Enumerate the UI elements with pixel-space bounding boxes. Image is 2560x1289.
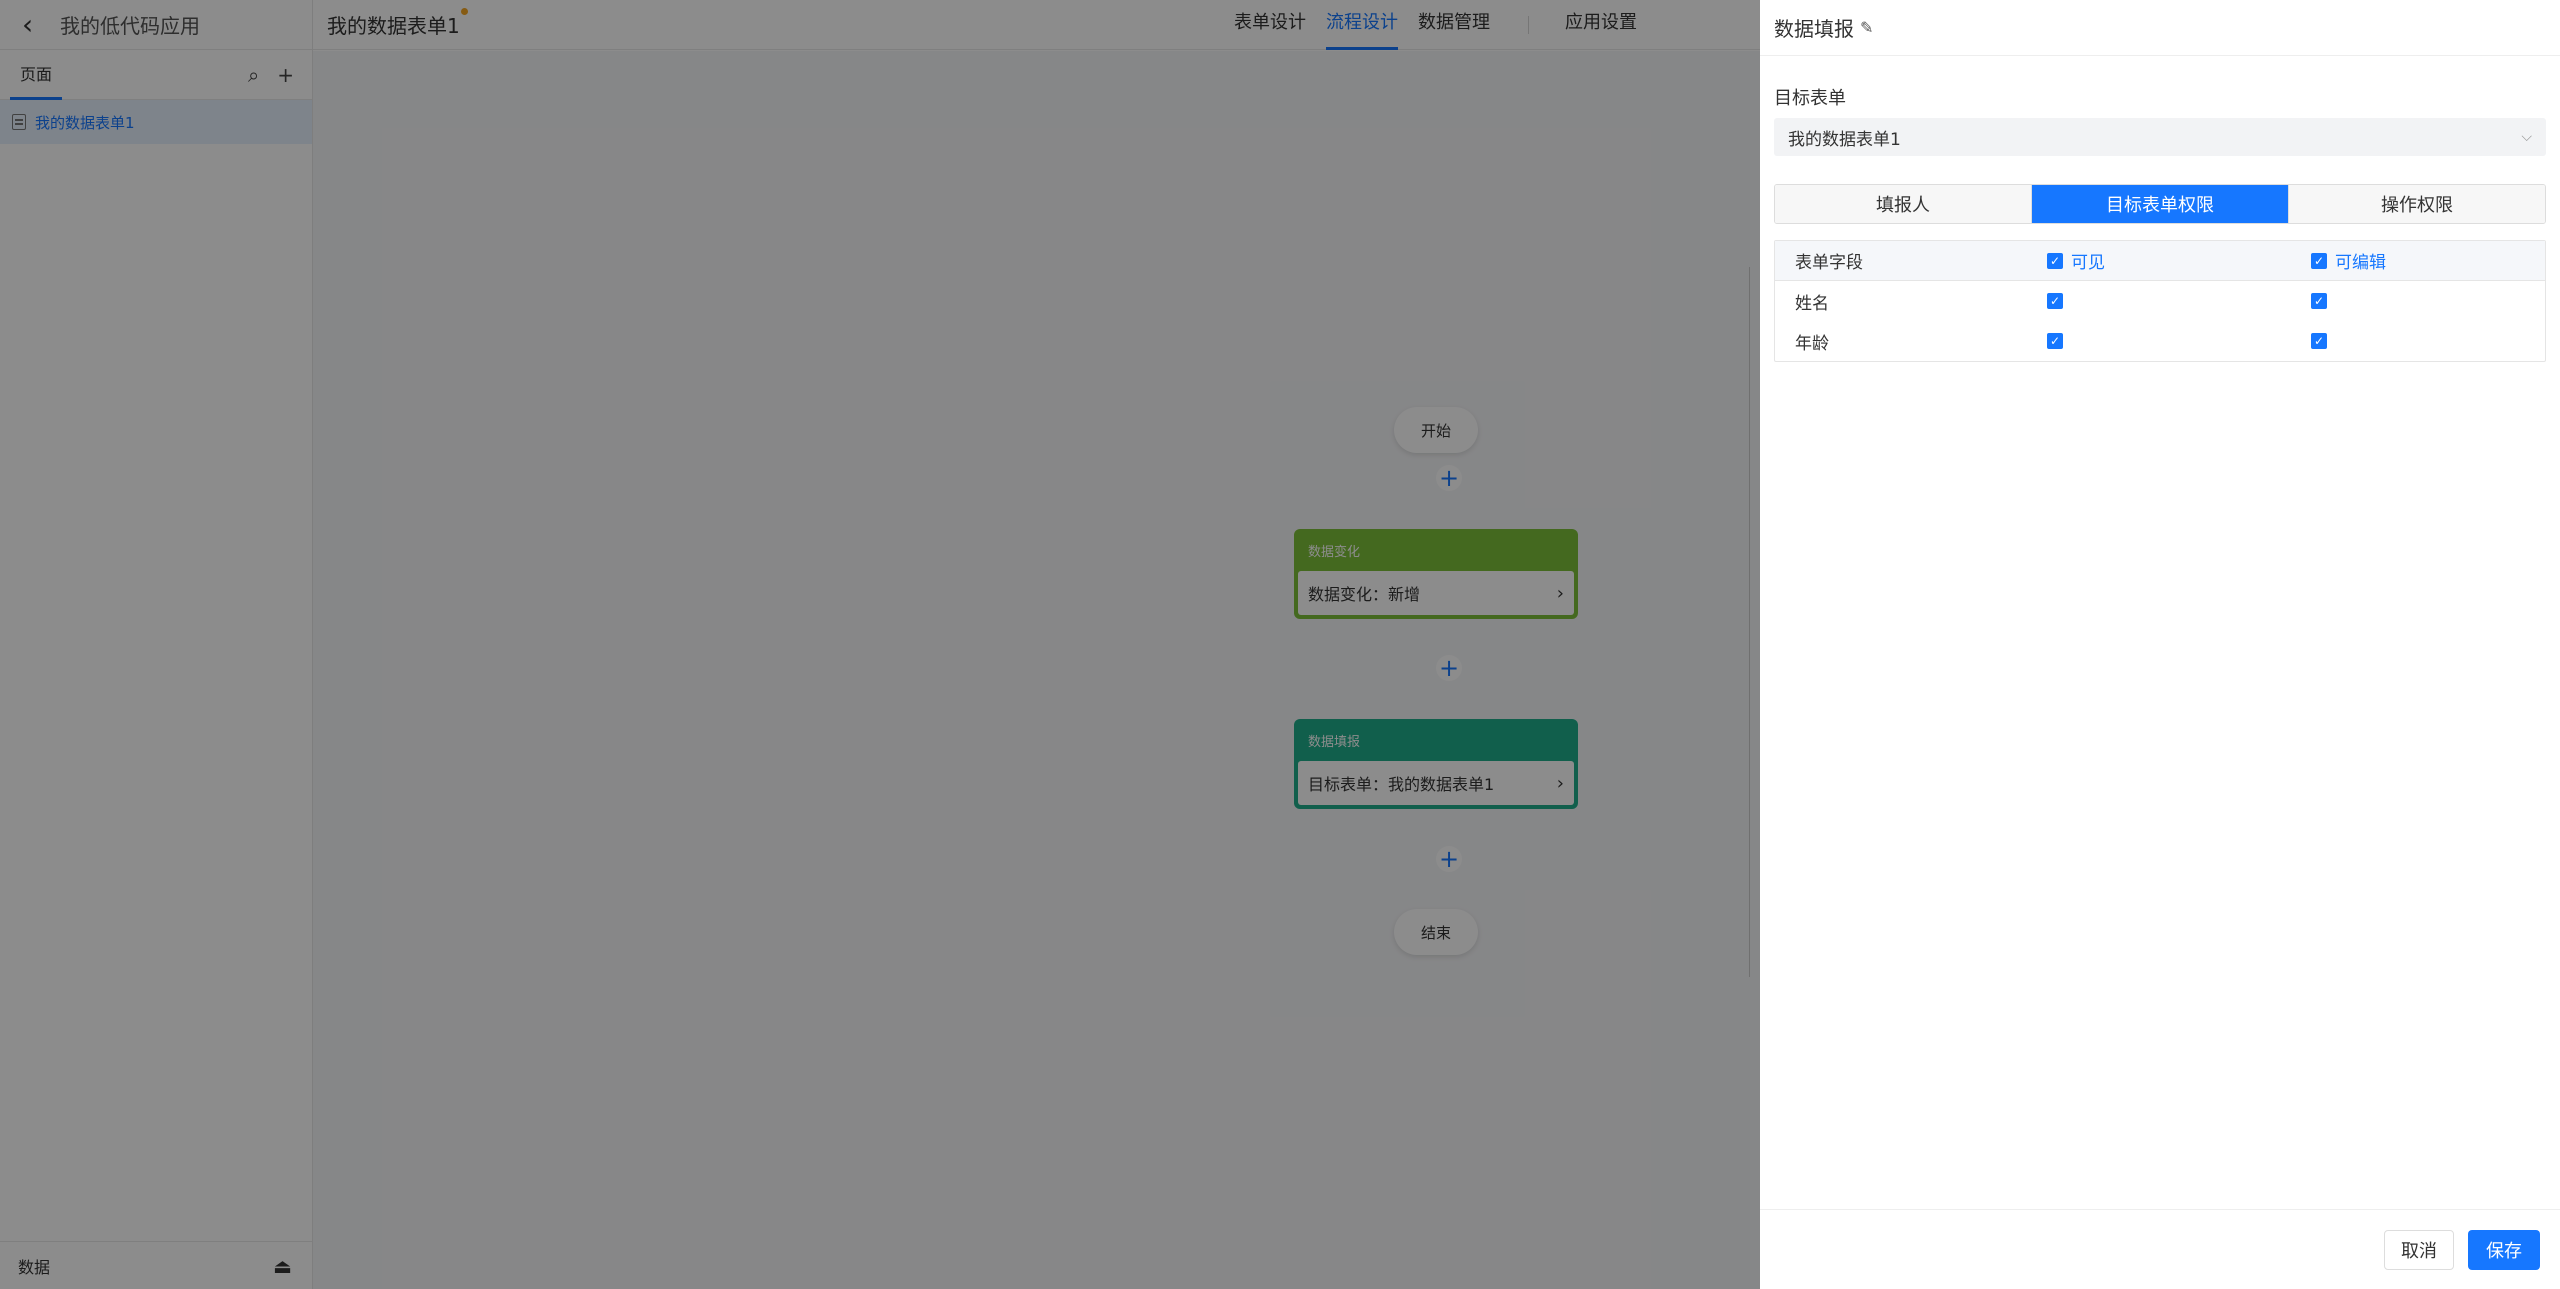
checkbox-editable[interactable]: ✓: [2311, 333, 2327, 349]
cancel-button[interactable]: 取消: [2384, 1229, 2454, 1270]
drawer-body: 目标表单 我的数据表单1 ⌵ 填报人 目标表单权限 操作权限 表单字段 ✓ 可见…: [1760, 56, 2560, 362]
checkbox-editable[interactable]: ✓: [2311, 293, 2327, 309]
checkbox-visible[interactable]: ✓: [2047, 293, 2063, 309]
tab-operation-permission[interactable]: 操作权限: [2289, 185, 2545, 223]
field-name: 姓名: [1795, 293, 1829, 314]
select-value: 我的数据表单1: [1788, 129, 1901, 150]
settings-drawer: 数据填报 ✎ 目标表单 我的数据表单1 ⌵ 填报人 目标表单权限 操作权限 表单…: [1760, 0, 2560, 1289]
checkbox-all-visible[interactable]: ✓: [2047, 252, 2063, 269]
modal-overlay[interactable]: [0, 0, 1760, 1289]
drawer-header: 数据填报 ✎: [1760, 0, 2560, 56]
drawer-footer: 取消 保存: [1760, 1209, 2560, 1289]
permission-tabs: 填报人 目标表单权限 操作权限: [1774, 184, 2546, 224]
permission-table: 表单字段 ✓ 可见 ✓ 可编辑 姓名 ✓ ✓ 年龄 ✓ ✓: [1774, 240, 2546, 362]
table-header: 表单字段 ✓ 可见 ✓ 可编辑: [1775, 241, 2545, 281]
table-row: 姓名 ✓ ✓: [1775, 281, 2545, 321]
chevron-down-icon: ⌵: [2521, 129, 2532, 145]
header-editable: ✓ 可编辑: [2311, 248, 2545, 273]
tab-filler[interactable]: 填报人: [1775, 185, 2032, 223]
tab-target-form-permission[interactable]: 目标表单权限: [2032, 185, 2289, 223]
header-field: 表单字段: [1795, 253, 1863, 273]
field-name: 年龄: [1795, 333, 1829, 354]
checkbox-all-editable[interactable]: ✓: [2311, 252, 2327, 269]
save-button[interactable]: 保存: [2468, 1229, 2540, 1270]
table-row: 年龄 ✓ ✓: [1775, 321, 2545, 361]
target-form-select[interactable]: 我的数据表单1 ⌵: [1774, 118, 2546, 156]
header-visible: ✓ 可见: [2047, 248, 2311, 273]
drawer-title: 数据填报: [1774, 17, 1854, 41]
target-form-label: 目标表单: [1774, 88, 1846, 109]
checkbox-visible[interactable]: ✓: [2047, 333, 2063, 349]
edit-icon[interactable]: ✎: [1860, 18, 1873, 37]
